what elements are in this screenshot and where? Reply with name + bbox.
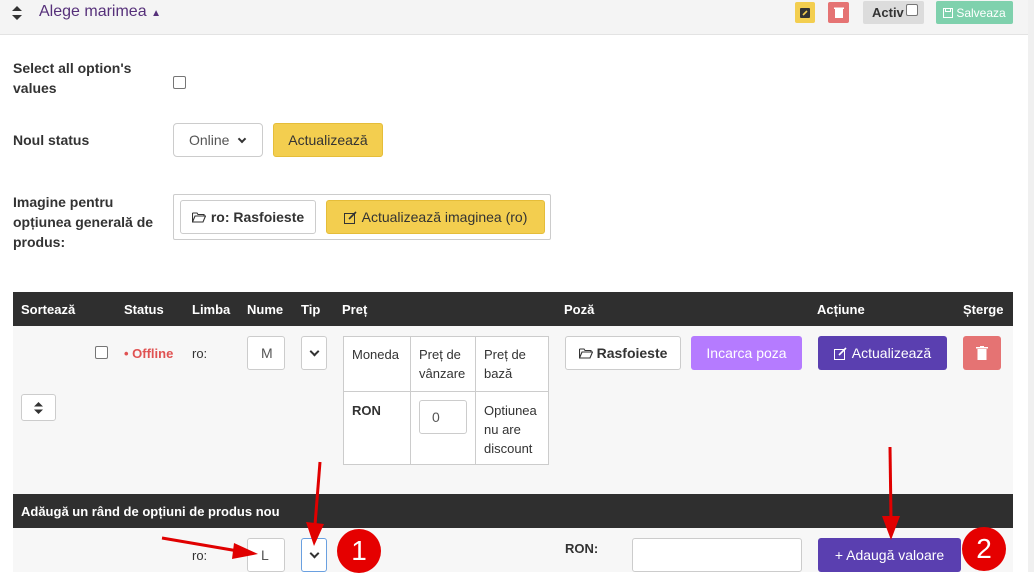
arrow-to-name-input — [161, 536, 258, 559]
annotation-arrows — [161, 446, 900, 559]
annotation-marker-1: 1 — [337, 529, 381, 573]
arrow-to-add-button — [882, 446, 900, 540]
annotation-marker-2: 2 — [962, 527, 1006, 571]
arrow-to-type-select — [306, 461, 324, 546]
